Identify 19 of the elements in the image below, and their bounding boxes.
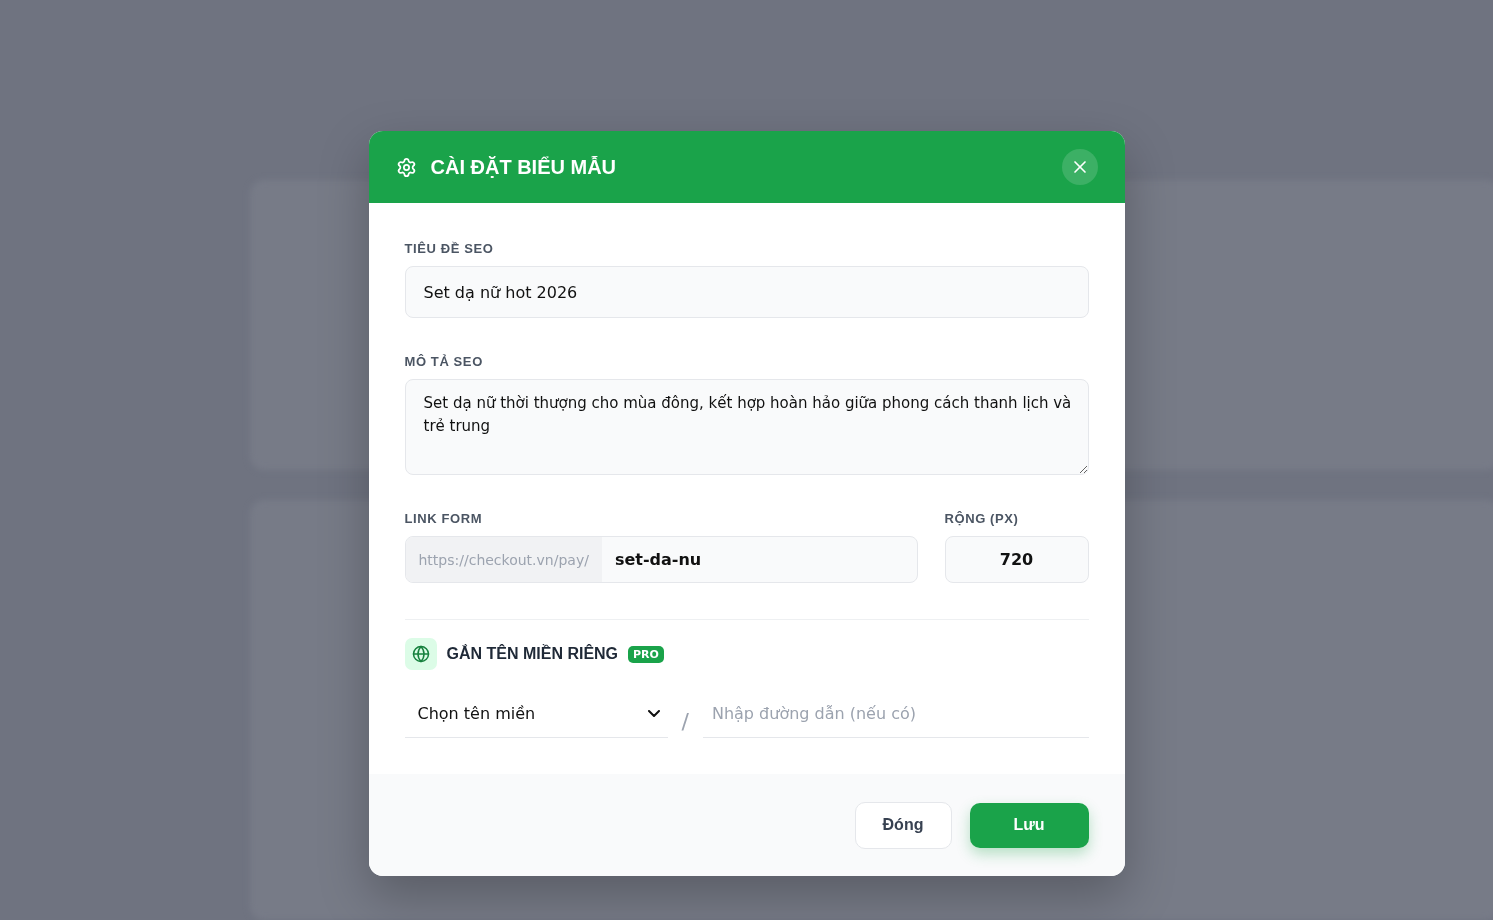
seo-title-field[interactable]: Set dạ nữ hot 2026 — [404, 266, 1089, 318]
pro-badge: PRO — [628, 645, 664, 663]
width-field[interactable]: 720 — [944, 536, 1089, 583]
field-label: RỘNG (PX) — [944, 511, 1020, 526]
chevron-down-icon — [647, 710, 660, 717]
slug-field[interactable]: set-da-nu — [601, 537, 917, 582]
link-field[interactable]: https://checkout.vn/pay/ set-da-nu — [404, 536, 918, 583]
seo-description-field[interactable]: Set dạ nữ thời thượng cho mùa đông, kết hợp hoàn hảo giữa phong cách thanh lịch và trẻ trung — [404, 379, 1089, 475]
path-separator: / — [681, 709, 689, 736]
section-title: GẮN TÊN MIỀN RIÊNG — [446, 645, 619, 663]
settings-icon — [395, 156, 417, 178]
field-label: LINK FORM — [404, 511, 484, 526]
close-dialog-button[interactable]: Đóng — [854, 801, 952, 849]
field-label: TIÊU ĐỀ SEO — [404, 241, 495, 256]
field-label: MÔ TẢ SEO — [404, 354, 484, 369]
close-button[interactable] — [1061, 149, 1098, 185]
url-prefix: https://checkout.vn/pay/ — [405, 537, 602, 582]
dialog-title: CÀI ĐẶT BIỂU MẪU — [430, 155, 618, 179]
globe-icon — [404, 638, 437, 670]
